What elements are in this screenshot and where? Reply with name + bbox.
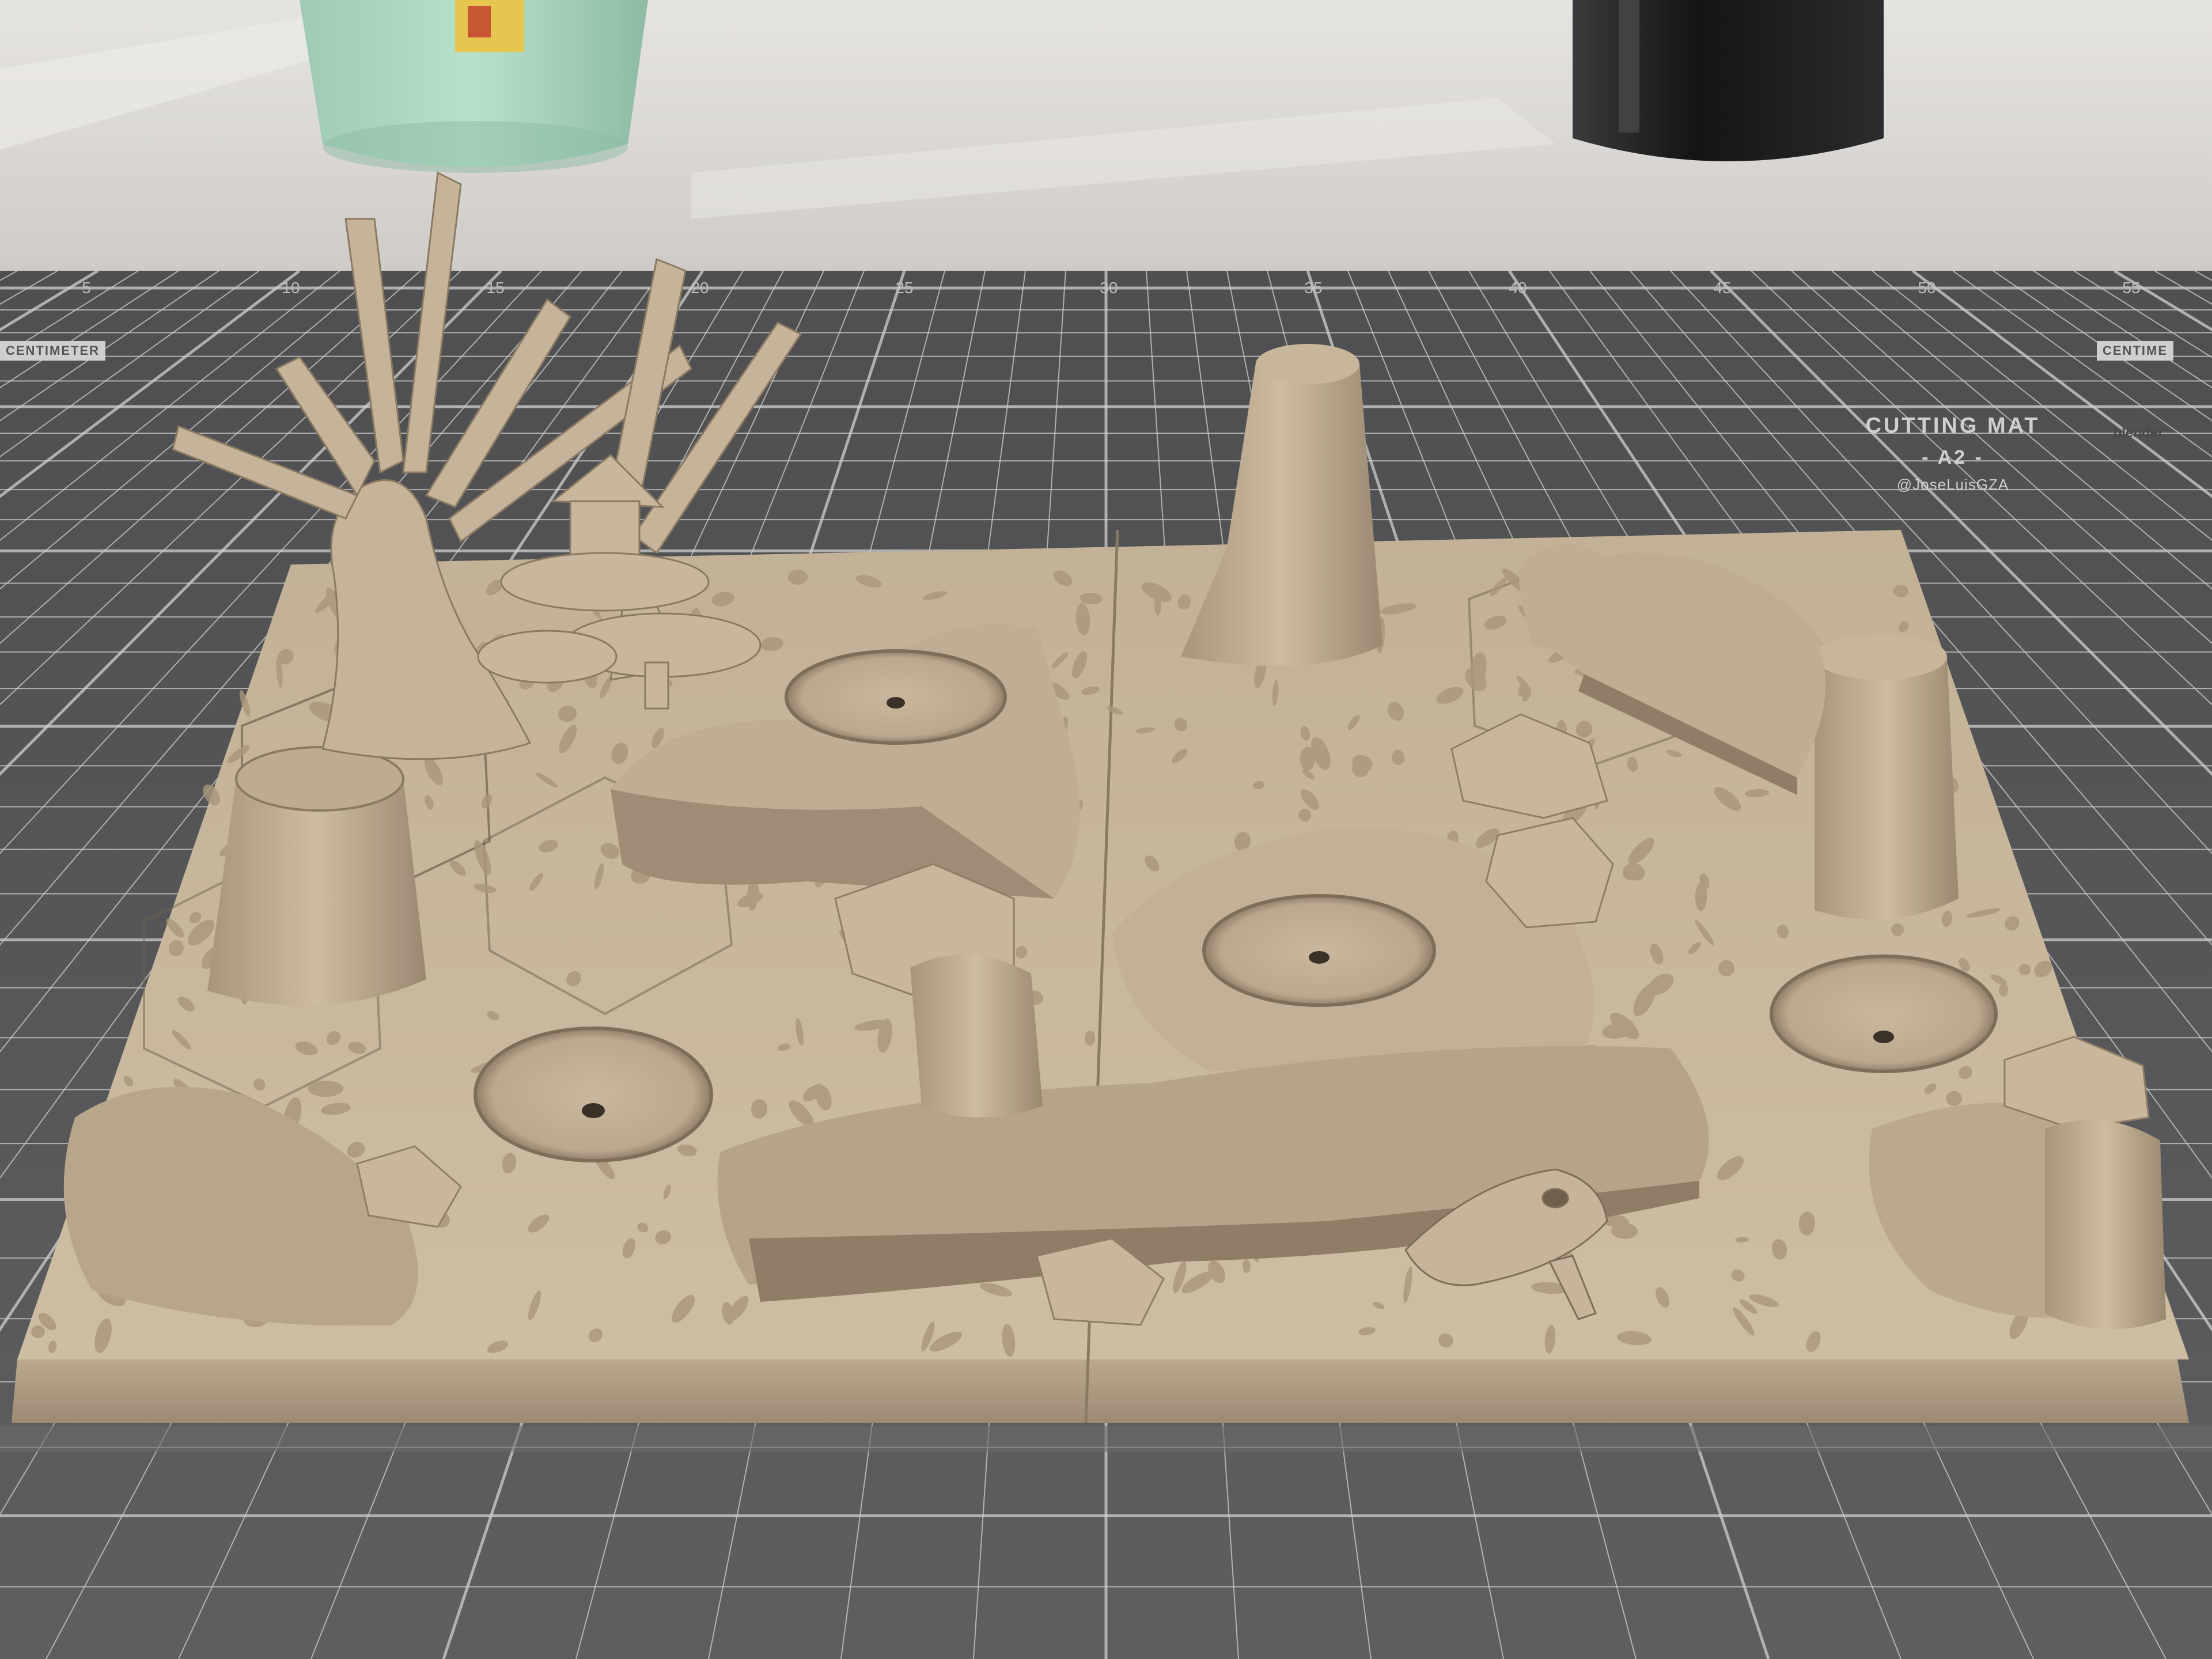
ruler-number: 35 [1304, 279, 1323, 297]
ruler-number: 45 [1713, 279, 1732, 297]
ruler-number: 5 [82, 279, 91, 297]
ruler-number: 25 [895, 279, 914, 297]
mat-author-handle: @JoseLuisGZA [1896, 476, 2009, 493]
ink-jar [1573, 0, 1884, 161]
ruler-number: 10 [282, 279, 300, 297]
blender-logo: blender [2113, 425, 2164, 441]
ruler-number: 15 [486, 279, 505, 297]
ruler-number: 40 [1509, 279, 1527, 297]
ruler-number: 55 [2122, 279, 2141, 297]
mat-unit-tag-left: CENTIMETER [0, 341, 105, 361]
green-cup [300, 0, 648, 173]
ruler-number: 50 [1918, 279, 1936, 297]
mat-title: CUTTING MAT [1865, 414, 2040, 438]
ruler-number: 30 [1100, 279, 1118, 297]
render-scene [0, 0, 2212, 1659]
mat-size-label: - A2 - [1922, 446, 1984, 468]
ruler-number: 20 [691, 279, 709, 297]
mat-unit-tag-right: CENTIME [2097, 341, 2173, 361]
